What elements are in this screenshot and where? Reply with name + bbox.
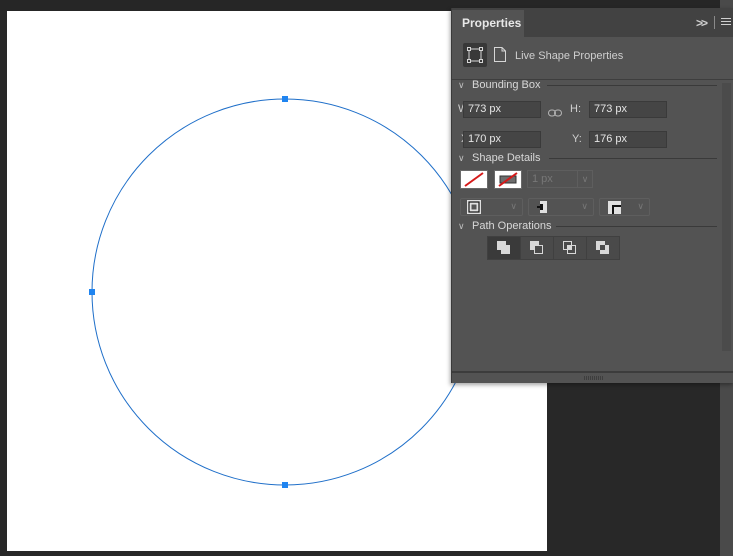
- chevron-down-icon: ∨: [458, 220, 465, 231]
- y-position-field[interactable]: 176 px: [589, 131, 667, 148]
- width-field[interactable]: 773 px: [463, 101, 541, 118]
- header-divider: [714, 16, 715, 29]
- anchor-handle-top[interactable]: [282, 96, 288, 102]
- panel-header: Properties >>: [452, 8, 733, 37]
- x-position-field[interactable]: 170 px: [463, 131, 541, 148]
- bounding-box-header[interactable]: ∨ Bounding Box: [458, 78, 717, 92]
- link-icon[interactable]: [548, 109, 562, 117]
- y-label: Y:: [572, 133, 582, 145]
- panel-footer-divider: [452, 371, 733, 373]
- exclude-overlapping-shapes-icon: [596, 241, 609, 254]
- panel-resize-grip[interactable]: [584, 376, 604, 380]
- chevron-down-icon: ∨: [637, 201, 644, 211]
- live-shape-button[interactable]: [463, 43, 487, 67]
- stroke-cap-icon: [537, 201, 547, 213]
- stroke-width-value: 1 px: [532, 173, 553, 185]
- collapse-panel-button[interactable]: >>: [696, 16, 708, 30]
- chevron-down-icon: ∨: [581, 201, 588, 211]
- chevron-down-icon: ∨: [458, 79, 465, 90]
- path-operations-group: [487, 236, 620, 260]
- properties-panel: Properties >> Live Shape Properties ∨ Bo…: [451, 8, 733, 383]
- stroke-width-dropdown[interactable]: 1 px ∨: [527, 170, 593, 188]
- path-operations-title: Path Operations: [472, 220, 552, 232]
- panel-scrollbar[interactable]: [722, 83, 731, 351]
- path-operations-header[interactable]: ∨ Path Operations: [458, 219, 717, 233]
- stroke-corner-icon: [608, 201, 621, 214]
- combine-shapes-icon: [497, 241, 510, 254]
- transform-box-icon: [467, 47, 483, 63]
- exclude-overlapping-shapes-button[interactable]: [587, 237, 619, 259]
- tab-properties[interactable]: Properties: [452, 10, 524, 37]
- chevron-down-icon[interactable]: ∨: [577, 171, 592, 187]
- stroke-corners-dropdown[interactable]: ∨: [599, 198, 650, 216]
- no-fill-icon: [464, 172, 484, 187]
- document-icon[interactable]: [494, 47, 506, 62]
- shape-details-title: Shape Details: [472, 152, 541, 164]
- combine-shapes-button[interactable]: [488, 237, 521, 259]
- live-shape-properties-label: Live Shape Properties: [515, 50, 624, 62]
- intersect-shape-areas-icon: [563, 241, 576, 254]
- no-stroke-icon: [498, 172, 518, 187]
- properties-type-row: Live Shape Properties: [452, 37, 733, 80]
- shape-details-header[interactable]: ∨ Shape Details: [458, 151, 717, 165]
- section-divider: [549, 158, 717, 159]
- subtract-front-shape-button[interactable]: [521, 237, 554, 259]
- stroke-align-icon: [467, 200, 481, 214]
- subtract-front-shape-icon: [530, 241, 543, 254]
- bounding-box-title: Bounding Box: [472, 79, 541, 91]
- chevron-down-icon: ∨: [510, 201, 517, 211]
- chevron-down-icon: ∨: [458, 152, 465, 163]
- stroke-caps-dropdown[interactable]: ∨: [528, 198, 594, 216]
- intersect-shape-areas-button[interactable]: [554, 237, 587, 259]
- anchor-handle-left[interactable]: [89, 289, 95, 295]
- height-label: H:: [570, 103, 581, 115]
- fill-color-swatch[interactable]: [460, 170, 488, 189]
- anchor-handle-bottom[interactable]: [282, 482, 288, 488]
- section-divider: [556, 226, 717, 227]
- section-divider: [547, 85, 717, 86]
- height-field[interactable]: 773 px: [589, 101, 667, 118]
- stroke-align-dropdown[interactable]: ∨: [460, 198, 523, 216]
- stroke-color-swatch[interactable]: [494, 170, 522, 189]
- panel-menu-icon[interactable]: [721, 18, 731, 27]
